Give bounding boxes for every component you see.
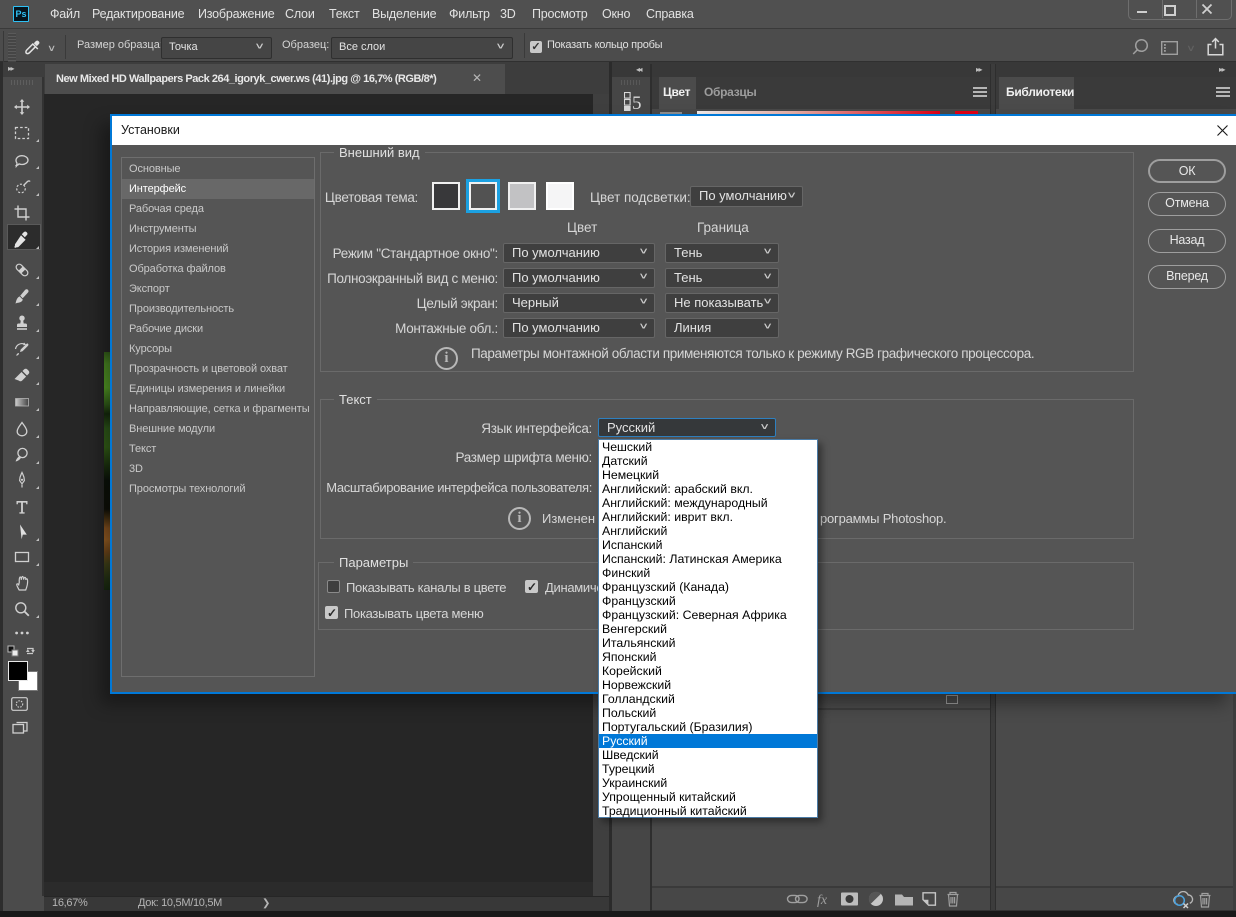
svg-text:fx: fx <box>817 893 828 908</box>
svg-text:5: 5 <box>632 93 641 111</box>
